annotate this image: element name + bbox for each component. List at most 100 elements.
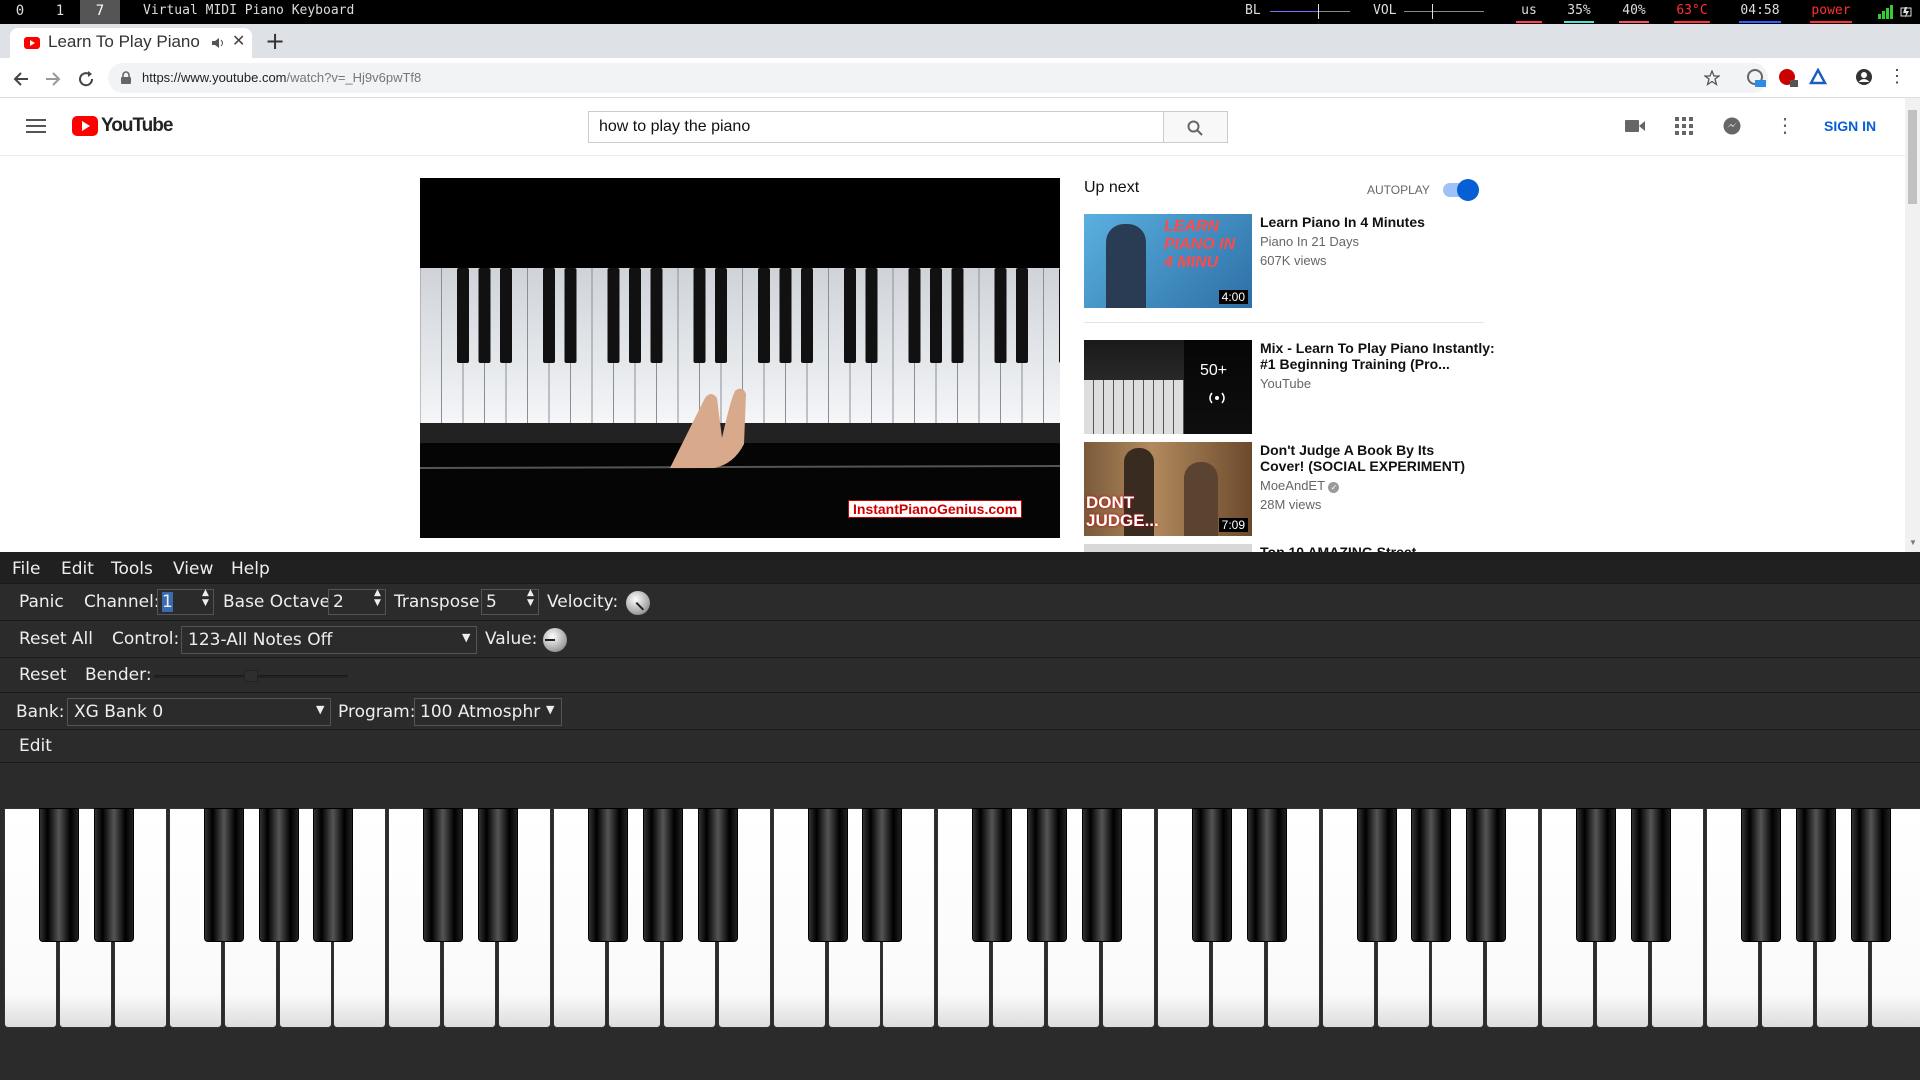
channel-spinbox[interactable]: 1 ▲ ▼ bbox=[157, 588, 214, 615]
workspace-7[interactable]: 7 bbox=[80, 0, 120, 24]
profile-account-icon[interactable] bbox=[1855, 68, 1873, 86]
bank-value: XG Bank 0 bbox=[74, 702, 164, 722]
extension-triangle-icon[interactable] bbox=[1809, 68, 1827, 86]
bank-combobox[interactable]: XG Bank 0 ▼ bbox=[67, 698, 331, 726]
dropdown-arrow-icon: ▼ bbox=[546, 703, 555, 716]
spin-arrows-icon[interactable]: ▲ ▼ bbox=[202, 588, 209, 608]
create-video-icon[interactable] bbox=[1625, 118, 1645, 134]
program-value: 100 Atmosphr bbox=[420, 702, 541, 722]
adblock-extension-icon[interactable] bbox=[1778, 68, 1798, 88]
control-combobox[interactable]: 123-All Notes Off ▼ bbox=[181, 626, 477, 654]
piano-black-key[interactable] bbox=[423, 808, 464, 942]
toolbar-program: Bank: XG Bank 0 ▼ Program: 100 Atmosphr … bbox=[0, 694, 1920, 730]
forward-arrow-icon[interactable] bbox=[44, 70, 62, 88]
piano-black-key[interactable] bbox=[38, 808, 79, 942]
related-video-thumbnail[interactable]: LEARN PIANO IN 4 MINU 4:00 bbox=[1084, 214, 1252, 308]
piano-black-key[interactable] bbox=[93, 808, 134, 942]
piano-black-key[interactable] bbox=[1576, 808, 1617, 942]
spin-arrows-icon[interactable]: ▲ ▼ bbox=[374, 588, 381, 608]
new-tab-button[interactable]: + bbox=[265, 27, 285, 55]
transpose-spinbox[interactable]: 5 ▲ ▼ bbox=[481, 588, 539, 615]
search-button[interactable] bbox=[1164, 111, 1228, 143]
related-video-1[interactable]: LEARN PIANO IN 4 MINU 4:00 Learn Piano I… bbox=[1084, 214, 1504, 309]
piano-black-key[interactable] bbox=[807, 808, 848, 942]
edit-button[interactable]: Edit bbox=[19, 736, 52, 756]
reset-button[interactable]: Reset bbox=[19, 665, 67, 685]
related-video-thumbnail[interactable]: DONT JUDGE... 7:09 bbox=[1084, 442, 1252, 536]
thumbnail-caption: LEARN PIANO IN 4 MINU bbox=[1164, 218, 1236, 271]
piano-black-key[interactable] bbox=[1631, 808, 1671, 942]
close-tab-icon[interactable]: ✕ bbox=[232, 31, 245, 51]
related-video-title[interactable]: Don't Judge A Book By Its Cover! (SOCIAL … bbox=[1260, 442, 1465, 474]
hamburger-menu-icon[interactable] bbox=[26, 118, 46, 134]
extension-off-icon[interactable] bbox=[1746, 68, 1766, 88]
base-octave-spinbox[interactable]: 2 ▲ ▼ bbox=[328, 588, 386, 615]
bookmark-star-icon[interactable] bbox=[1704, 70, 1720, 86]
piano-black-key[interactable] bbox=[1027, 808, 1068, 942]
more-options-icon[interactable]: ⋮ bbox=[1775, 113, 1795, 138]
sign-in-button[interactable]: SIGN IN bbox=[1824, 118, 1876, 134]
piano-black-key[interactable] bbox=[203, 808, 244, 942]
back-arrow-icon[interactable] bbox=[12, 70, 30, 88]
audio-playing-icon[interactable] bbox=[210, 36, 224, 50]
related-video-thumbnail[interactable] bbox=[1084, 544, 1252, 552]
piano-black-key[interactable] bbox=[642, 808, 683, 942]
workspace-1[interactable]: 1 bbox=[40, 0, 80, 24]
piano-black-key[interactable] bbox=[1850, 808, 1891, 942]
piano-black-key[interactable] bbox=[1191, 808, 1232, 942]
menu-tools[interactable]: Tools bbox=[111, 559, 153, 579]
autoplay-toggle[interactable] bbox=[1443, 179, 1479, 201]
reload-icon[interactable] bbox=[77, 70, 95, 88]
related-video-title[interactable]: Learn Piano In 4 Minutes bbox=[1260, 214, 1425, 230]
related-video-2[interactable]: 50+ Mix - Learn To Play Piano Instantly:… bbox=[1084, 340, 1504, 435]
piano-black-key[interactable] bbox=[1246, 808, 1287, 942]
velocity-knob[interactable] bbox=[626, 591, 650, 615]
piano-black-key[interactable] bbox=[1795, 808, 1836, 942]
browser-menu-icon[interactable]: ⋮ bbox=[1888, 66, 1906, 87]
piano-black-key[interactable] bbox=[313, 808, 354, 942]
tab-title: Learn To Play Piano bbox=[48, 32, 200, 51]
messages-icon[interactable] bbox=[1723, 117, 1741, 135]
related-video-title[interactable]: Mix - Learn To Play Piano Instantly: #1 B… bbox=[1260, 340, 1495, 372]
system-status-bar: 0 1 7 Virtual MIDI Piano Keyboard BL VOL… bbox=[0, 0, 1920, 24]
piano-black-key[interactable] bbox=[258, 808, 299, 942]
bender-slider[interactable] bbox=[154, 670, 348, 682]
related-video-title[interactable]: Top 10 AMAZING Street bbox=[1260, 544, 1416, 552]
menu-view[interactable]: View bbox=[173, 559, 213, 579]
apps-grid-icon[interactable] bbox=[1675, 117, 1693, 135]
value-knob[interactable] bbox=[543, 628, 567, 652]
piano-black-key[interactable] bbox=[1411, 808, 1452, 942]
address-bar[interactable]: https://www.youtube.com/watch?v=_Hj9v6pw… bbox=[108, 63, 1768, 93]
menu-edit[interactable]: Edit bbox=[61, 559, 94, 579]
bank-label: Bank: bbox=[16, 702, 65, 722]
related-video-3[interactable]: DONT JUDGE... 7:09 Don't Judge A Book By… bbox=[1084, 442, 1504, 537]
menu-file[interactable]: File bbox=[12, 559, 40, 579]
scroll-down-arrow-icon[interactable]: ▼ bbox=[1909, 538, 1917, 547]
wifi-signal-icon bbox=[1878, 5, 1893, 19]
panic-button[interactable]: Panic bbox=[19, 592, 64, 612]
piano-black-key[interactable] bbox=[587, 808, 628, 942]
related-video-4[interactable]: Top 10 AMAZING Street bbox=[1084, 544, 1504, 552]
page-scrollbar[interactable]: ▼ bbox=[1905, 98, 1920, 552]
piano-black-key[interactable] bbox=[972, 808, 1013, 942]
workspace-0[interactable]: 0 bbox=[0, 0, 40, 24]
piano-black-key[interactable] bbox=[1740, 808, 1781, 942]
piano-black-key[interactable] bbox=[862, 808, 903, 942]
scrollbar-thumb[interactable] bbox=[1908, 110, 1917, 204]
search-input[interactable]: how to play the piano bbox=[588, 111, 1164, 143]
related-video-thumbnail[interactable]: 50+ bbox=[1084, 340, 1252, 434]
browser-tab[interactable]: Learn To Play Piano ✕ bbox=[10, 28, 252, 58]
video-player[interactable]: InstantPianoGenius.com bbox=[420, 178, 1060, 538]
piano-black-key[interactable] bbox=[1466, 808, 1507, 942]
power-indicator[interactable]: power bbox=[1810, 0, 1852, 24]
bender-slider-handle[interactable] bbox=[244, 670, 258, 682]
spin-arrows-icon[interactable]: ▲ ▼ bbox=[527, 588, 534, 608]
playlist-count: 50+ bbox=[1200, 362, 1228, 379]
program-combobox[interactable]: 100 Atmosphr ▼ bbox=[414, 698, 562, 726]
piano-black-key[interactable] bbox=[478, 808, 519, 942]
piano-black-key[interactable] bbox=[697, 808, 738, 942]
menu-help[interactable]: Help bbox=[231, 559, 270, 579]
piano-black-key[interactable] bbox=[1356, 808, 1397, 942]
reset-all-button[interactable]: Reset All bbox=[19, 629, 93, 649]
piano-black-key[interactable] bbox=[1082, 808, 1122, 942]
